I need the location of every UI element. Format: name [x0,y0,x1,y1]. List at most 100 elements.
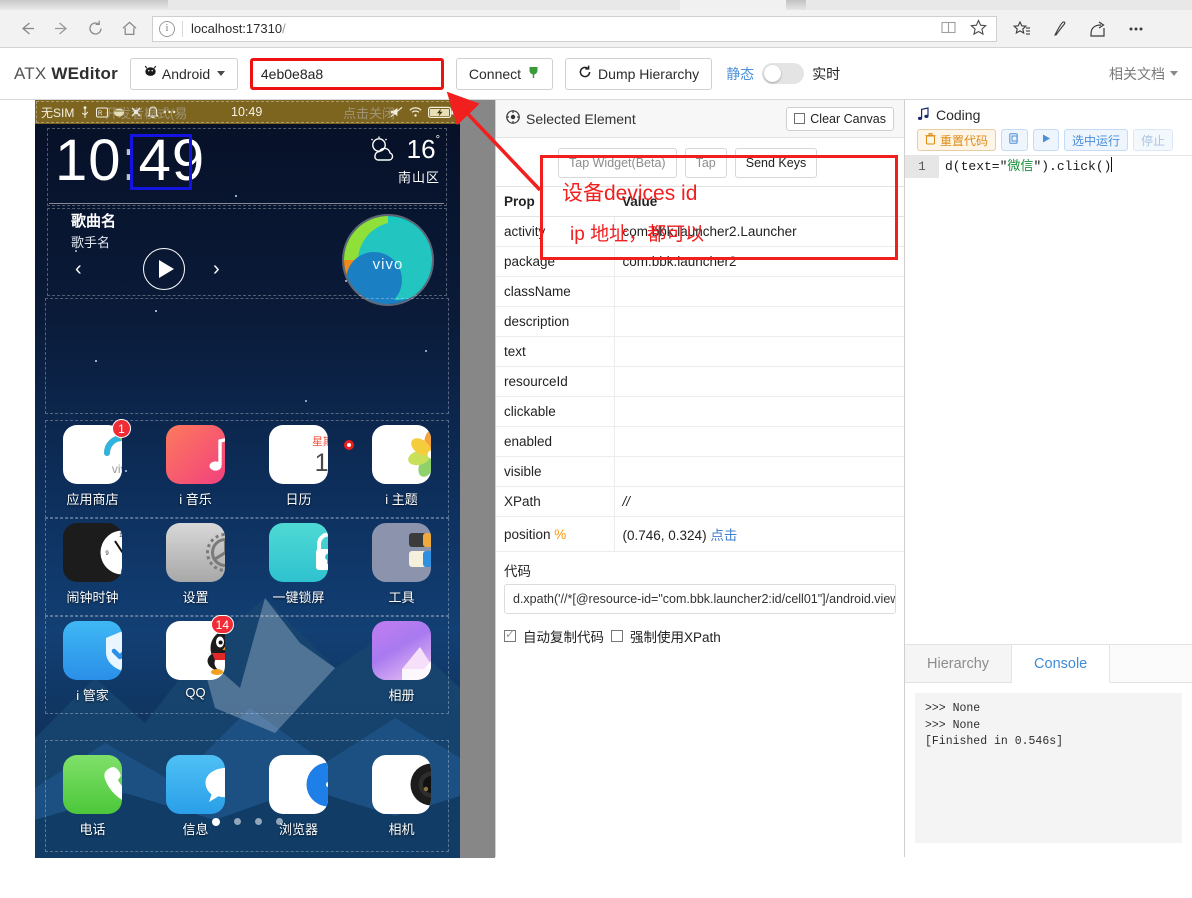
device-screen-wrapper[interactable]: 无SIM R 开发者模式(易 点击关闭 10:49 10:49 16° 南山区 … [0,100,495,858]
song-title: 歌曲名 [71,213,117,230]
copy-code-button[interactable] [1001,129,1029,151]
app-clock-icon[interactable]: 12 3 6 9 闹钟时钟 [41,523,144,606]
app-shield-check-icon[interactable]: i 管家 [41,621,144,704]
clock-widget[interactable]: 10:49 16° 南山区 [49,128,446,200]
action-send-keys[interactable]: Send Keys [734,148,818,178]
app-calendar-icon[interactable]: 星期一 13 日历 [247,425,350,508]
panel-title: Selected Element [526,110,636,127]
generated-code-field[interactable]: d.xpath('//*[@resource-id="com.bbk.launc… [504,584,896,614]
connect-button[interactable]: Connect [455,57,554,90]
browser-tab-active[interactable] [680,0,786,10]
tab-console[interactable]: Console [1012,645,1111,683]
platform-label: Android [161,65,211,82]
action-tap-widget-beta[interactable]: Tap Widget(Beta) [558,148,677,178]
sun-cloud-icon [366,136,406,162]
clear-canvas-button[interactable]: Clear Canvas [786,106,894,131]
weather-widget[interactable]: 16° 南山区 [366,134,440,186]
force-xpath-checkbox[interactable] [611,630,623,642]
back-arrow-icon[interactable] [10,14,44,44]
element-action-buttons: Tap Widget(Beta) Tap Send Keys [496,138,904,186]
vivo-wordmark: vivo [372,256,404,273]
app-vivo-appstore-icon[interactable]: vivo 1 应用商店 [41,419,144,508]
reading-view-icon[interactable] [940,19,957,39]
music-widget[interactable]: 歌曲名 歌手名 ‹ › vivo [49,210,446,306]
app-tools-folder-icon[interactable]: 工具 [350,523,453,606]
docs-dropdown[interactable]: 相关文档 [1109,64,1178,84]
toast-text-right: 点击关闭 [342,105,395,121]
app-label: 电话 [79,822,106,837]
app-camera-icon[interactable]: 相机 [350,755,453,838]
auto-copy-checkbox[interactable] [504,627,516,642]
code-section-label: 代码 [504,564,531,579]
album-disc: vivo [342,214,434,306]
tab-hierarchy[interactable]: Hierarchy [905,645,1013,683]
force-xpath-label: 强制使用XPath [630,630,721,645]
dnd-icon [129,105,142,119]
dump-hierarchy-button[interactable]: Dump Hierarchy [565,57,713,90]
reset-code-button[interactable]: 重置代码 [917,129,997,151]
url-bar[interactable]: i localhost:17310/ [152,15,997,42]
svg-text:R: R [98,111,103,117]
star-icon[interactable] [969,18,988,40]
platform-select[interactable]: Android [129,57,238,90]
app-theme-flower-icon[interactable]: i 主题 [350,425,453,508]
home-icon[interactable] [112,14,146,44]
copy-icon [1009,132,1020,148]
play-icon[interactable] [143,248,185,290]
action-tap[interactable]: Tap [684,148,727,178]
serial-input[interactable] [249,57,444,90]
brand-name: WEditor [51,63,118,83]
url-divider [182,20,183,37]
app-browser-compass-icon[interactable]: 浏览器 [247,755,350,838]
app-label: 信息 [182,822,209,837]
chevron-right-icon[interactable]: › [213,258,220,281]
calendar-icon: 星期一 13 [269,425,328,484]
property-value [614,366,904,397]
app-music-note-icon[interactable]: i 音乐 [144,425,247,508]
console-line: >>> None [925,702,981,715]
table-row: visible [496,456,904,487]
camera-icon [372,755,431,814]
forward-arrow-icon[interactable] [44,14,78,44]
run-code-button[interactable] [1033,129,1060,151]
stop-button[interactable]: 停止 [1133,129,1174,151]
property-value [614,426,904,457]
app-lock-icon[interactable]: 一键锁屏 [247,523,350,606]
browser-navigation-bar: i localhost:17310/ [0,10,1192,48]
checkbox-icon[interactable] [794,113,806,124]
code-line-1[interactable]: d(text="微信").click() [945,156,1113,178]
web-notes-icon[interactable] [1043,14,1077,44]
code-editor[interactable]: 1 d(text="微信").click() [905,156,1192,691]
code-after: ").click() [1033,159,1112,174]
run-selection-button[interactable]: 选中运行 [1064,129,1129,151]
favorites-hub-icon[interactable] [1005,14,1039,44]
device-status-bar[interactable]: 无SIM R 开发者模式(易 点击关闭 10:49 [35,100,460,124]
degree-symbol: ° [435,134,440,146]
app-label: 相册 [388,688,415,703]
device-screen[interactable]: 无SIM R 开发者模式(易 点击关闭 10:49 10:49 16° 南山区 … [35,100,460,858]
selected-element-panel: Selected Element Clear Canvas Tap Widget… [495,100,905,857]
app-phone-icon[interactable]: 电话 [41,755,144,838]
app-gallery-icon[interactable]: 相册 [350,621,453,704]
shield-check-icon [63,621,122,680]
more-ellipsis-icon[interactable] [1119,14,1153,44]
property-key: visible [496,456,615,487]
gallery-icon [372,621,431,680]
refresh-icon[interactable] [78,14,112,44]
table-row: text [496,336,904,367]
share-icon[interactable] [1081,14,1115,44]
tap-link[interactable]: 点击 [707,528,737,543]
app-qq-penguin-icon[interactable]: 14 QQ [144,615,247,704]
app-message-icon[interactable]: 信息 [144,755,247,838]
clock-icon: 12 3 6 9 [63,523,122,582]
browser-tab-inactive[interactable] [0,0,168,10]
property-value: // [614,486,904,517]
app-settings-gear-icon[interactable]: 设置 [144,523,247,606]
chevron-left-icon[interactable]: ‹ [75,258,82,281]
property-key: className [496,276,615,307]
table-row: XPath// [496,486,904,517]
browser-new-tab[interactable] [786,0,806,10]
mode-toggle-switch[interactable] [762,63,805,84]
info-icon[interactable]: i [159,20,175,37]
svg-text:13: 13 [314,449,328,477]
